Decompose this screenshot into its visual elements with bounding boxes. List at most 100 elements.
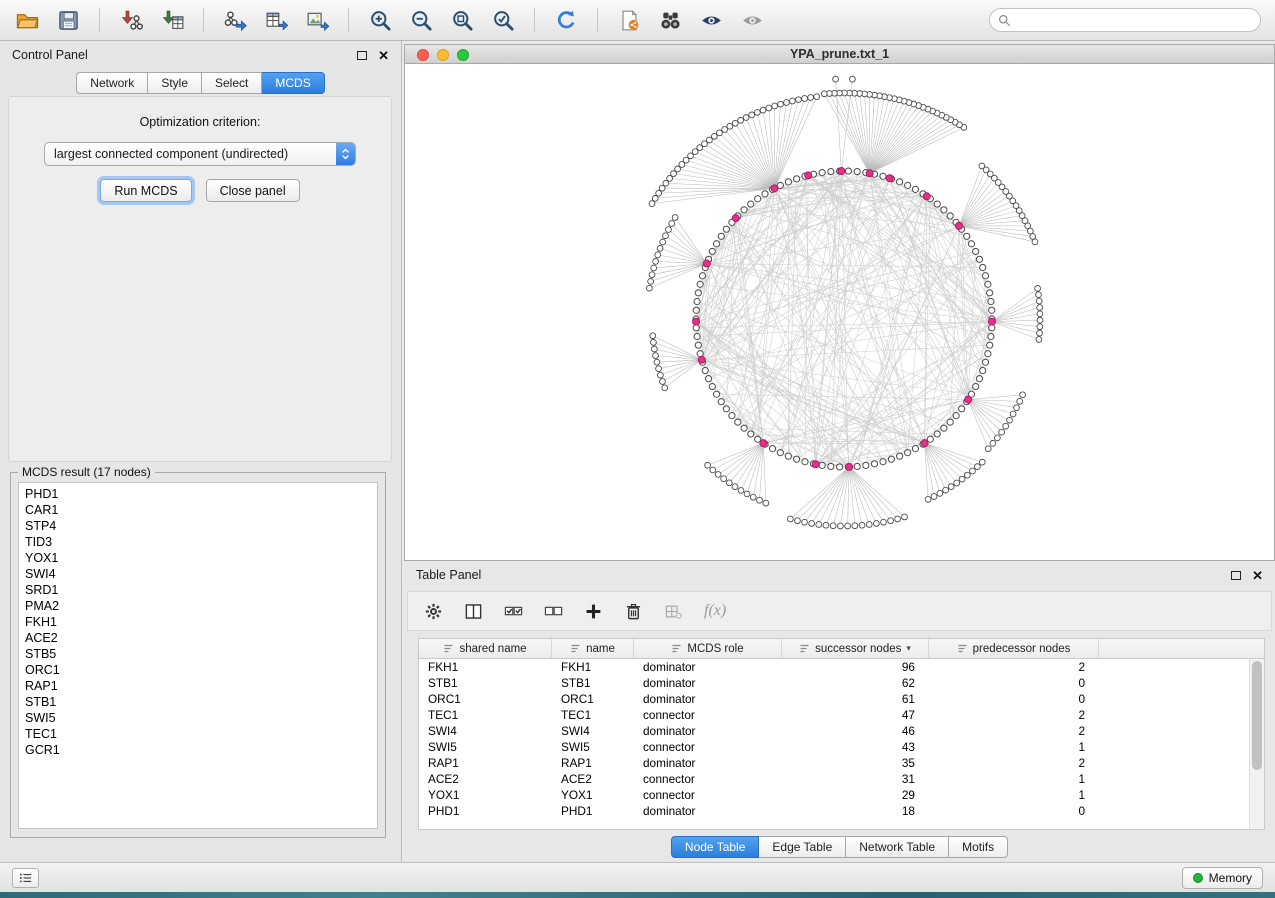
cell-role: connector	[634, 772, 782, 786]
import-table-disabled-icon	[664, 602, 683, 621]
apply-layout-button[interactable]	[549, 5, 583, 35]
table-row[interactable]: TEC1TEC1connector472	[419, 707, 1249, 723]
delete-column-button[interactable]	[624, 602, 643, 621]
mcds-result-item[interactable]: STB1	[19, 694, 377, 710]
tab-style[interactable]: Style	[148, 72, 202, 94]
float-table-panel-icon[interactable]	[1231, 571, 1241, 580]
mcds-result-item[interactable]: ORC1	[19, 662, 377, 678]
zoom-in-icon	[369, 9, 392, 32]
search-box[interactable]	[989, 8, 1261, 32]
gear-button[interactable]	[424, 602, 443, 621]
mcds-result-item[interactable]: TID3	[19, 534, 377, 550]
function-button[interactable]: f(x)	[704, 602, 726, 620]
mcds-result-item[interactable]: SWI5	[19, 710, 377, 726]
cell-predecessors: 1	[929, 788, 1099, 802]
sort-icon	[671, 643, 682, 654]
column-header-name[interactable]: name	[552, 639, 634, 658]
control-panel-title: Control Panel	[12, 48, 88, 62]
tab-network-table[interactable]: Network Table	[846, 836, 949, 858]
mcds-result-item[interactable]: YOX1	[19, 550, 377, 566]
column-header-successor-nodes[interactable]: successor nodes▾	[782, 639, 929, 658]
export-network-button[interactable]	[218, 5, 252, 35]
cell-role: dominator	[634, 676, 782, 690]
tab-motifs[interactable]: Motifs	[949, 836, 1008, 858]
cell-successors: 31	[782, 772, 929, 786]
mcds-result-item[interactable]: CAR1	[19, 502, 377, 518]
search-input[interactable]	[1016, 13, 1252, 27]
network-graph[interactable]	[405, 64, 1275, 562]
network-view-window: YPA_prune.txt_1	[404, 44, 1275, 561]
window-minimize-icon[interactable]	[437, 49, 449, 61]
find-binoculars-button[interactable]	[653, 5, 687, 35]
deselect-all-button[interactable]	[544, 602, 563, 621]
close-panel-icon[interactable]: ✕	[378, 49, 389, 62]
split-columns-button[interactable]	[464, 602, 483, 621]
window-close-icon[interactable]	[417, 49, 429, 61]
hide-details-button[interactable]	[694, 5, 728, 35]
open-folder-button[interactable]	[10, 5, 44, 35]
control-panel-header: Control Panel ✕	[0, 41, 401, 69]
table-row[interactable]: FKH1FKH1dominator962	[419, 659, 1249, 675]
tab-network[interactable]: Network	[76, 72, 148, 94]
export-image-button[interactable]	[300, 5, 334, 35]
column-header-MCDS-role[interactable]: MCDS role	[634, 639, 782, 658]
network-canvas[interactable]	[405, 64, 1274, 560]
add-column-icon	[584, 602, 603, 621]
save-button[interactable]	[51, 5, 85, 35]
mcds-result-item[interactable]: RAP1	[19, 678, 377, 694]
show-details-button[interactable]	[735, 5, 769, 35]
float-panel-icon[interactable]	[357, 51, 367, 60]
table-row[interactable]: RAP1RAP1dominator352	[419, 755, 1249, 771]
mcds-result-item[interactable]: STP4	[19, 518, 377, 534]
tab-select[interactable]: Select	[202, 72, 262, 94]
web-export-button[interactable]	[612, 5, 646, 35]
export-table-button[interactable]	[259, 5, 293, 35]
mcds-result-item[interactable]: PMA2	[19, 598, 377, 614]
table-row[interactable]: ACE2ACE2connector311	[419, 771, 1249, 787]
window-maximize-icon[interactable]	[457, 49, 469, 61]
table-row[interactable]: SWI4SWI4dominator462	[419, 723, 1249, 739]
mcds-result-item[interactable]: GCR1	[19, 742, 377, 758]
criterion-dropdown[interactable]: largest connected component (undirected)	[44, 142, 356, 166]
tab-edge-table[interactable]: Edge Table	[759, 836, 846, 858]
scrollbar-thumb[interactable]	[1252, 661, 1262, 770]
table-scrollbar[interactable]	[1249, 659, 1264, 829]
column-header-shared-name[interactable]: shared name	[419, 639, 552, 658]
close-panel-button[interactable]: Close panel	[206, 179, 300, 202]
zoom-out-button[interactable]	[404, 5, 438, 35]
table-row[interactable]: SWI5SWI5connector431	[419, 739, 1249, 755]
table-row[interactable]: STB1STB1dominator620	[419, 675, 1249, 691]
zoom-selected-button[interactable]	[486, 5, 520, 35]
run-mcds-button[interactable]: Run MCDS	[100, 179, 191, 202]
close-table-panel-icon[interactable]: ✕	[1252, 569, 1263, 582]
mcds-result-item[interactable]: FKH1	[19, 614, 377, 630]
mcds-result-item[interactable]: STB5	[19, 646, 377, 662]
table-row[interactable]: ORC1ORC1dominator610	[419, 691, 1249, 707]
tab-mcds[interactable]: MCDS	[262, 72, 324, 94]
cell-role: connector	[634, 708, 782, 722]
zoom-fit-button[interactable]	[445, 5, 479, 35]
import-network-button[interactable]	[114, 5, 148, 35]
cell-name: TEC1	[552, 708, 634, 722]
import-table-disabled-button[interactable]	[664, 602, 683, 621]
status-menu-button[interactable]	[12, 868, 39, 888]
import-network-icon	[120, 9, 143, 32]
table-row[interactable]: YOX1YOX1connector291	[419, 787, 1249, 803]
network-window-titlebar[interactable]: YPA_prune.txt_1	[405, 45, 1274, 64]
add-column-button[interactable]	[584, 602, 603, 621]
mcds-result-item[interactable]: PHD1	[19, 486, 377, 502]
cell-predecessors: 0	[929, 692, 1099, 706]
mcds-result-item[interactable]: SRD1	[19, 582, 377, 598]
select-all-button[interactable]	[504, 602, 523, 621]
mcds-result-item[interactable]: SWI4	[19, 566, 377, 582]
mcds-result-list: PHD1CAR1STP4TID3YOX1SWI4SRD1PMA2FKH1ACE2…	[18, 482, 378, 829]
save-icon	[57, 9, 80, 32]
mcds-result-item[interactable]: TEC1	[19, 726, 377, 742]
tab-node-table[interactable]: Node Table	[671, 836, 760, 858]
table-row[interactable]: PHD1PHD1dominator180	[419, 803, 1249, 819]
column-header-predecessor-nodes[interactable]: predecessor nodes	[929, 639, 1099, 658]
mcds-result-item[interactable]: ACE2	[19, 630, 377, 646]
memory-button[interactable]: Memory	[1182, 867, 1263, 889]
zoom-in-button[interactable]	[363, 5, 397, 35]
import-table-button[interactable]	[155, 5, 189, 35]
